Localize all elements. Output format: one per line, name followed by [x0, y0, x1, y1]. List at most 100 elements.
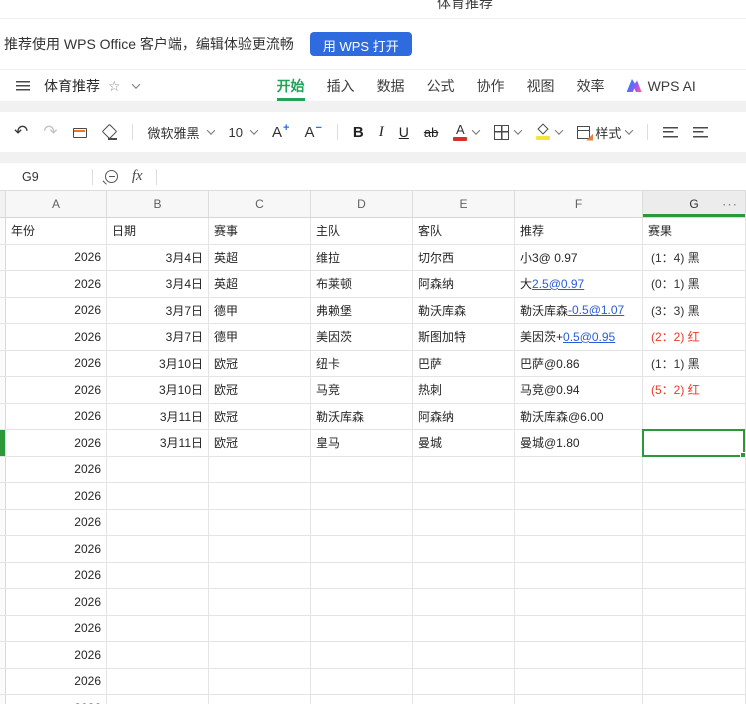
cell-away[interactable] — [413, 695, 515, 704]
align-center-button[interactable] — [693, 126, 709, 138]
cell-tip[interactable]: 小3@ 0.97 — [515, 244, 643, 270]
cell-date[interactable]: 3月10日 — [107, 377, 209, 403]
cell-away[interactable]: 切尔西 — [413, 244, 515, 270]
open-in-wps-button[interactable]: 用 WPS 打开 — [309, 32, 412, 56]
cell-result[interactable]: (0：1) 黑 — [643, 271, 746, 297]
cell-year[interactable]: 2026 — [6, 377, 107, 403]
cell-league[interactable] — [209, 456, 311, 482]
cell-league[interactable]: 欧冠 — [209, 377, 311, 403]
cell-away[interactable] — [413, 668, 515, 694]
cell-year[interactable]: 2026 — [6, 244, 107, 270]
cell-tip[interactable] — [515, 536, 643, 562]
cell-result[interactable] — [643, 589, 746, 615]
cell-year[interactable]: 2026 — [6, 403, 107, 429]
cell-style-button[interactable]: 样式 — [577, 123, 634, 142]
column-header-A[interactable]: A — [6, 191, 107, 217]
cell-league[interactable] — [209, 642, 311, 668]
ribbon-tab-协作[interactable]: 协作 — [477, 70, 505, 101]
column-header-B[interactable]: B — [107, 191, 209, 217]
cell-year[interactable]: 2026 — [6, 456, 107, 482]
cell-date[interactable] — [107, 615, 209, 641]
cell-date[interactable]: 3月7日 — [107, 297, 209, 323]
zoom-search-icon[interactable] — [105, 170, 118, 183]
cell-result[interactable] — [643, 562, 746, 588]
cell-year[interactable]: 2026 — [6, 695, 107, 704]
underline-button[interactable]: U — [399, 124, 409, 140]
cell-date[interactable] — [107, 562, 209, 588]
cell-away[interactable]: 曼城 — [413, 430, 515, 456]
cell-away[interactable] — [413, 589, 515, 615]
cell-date[interactable]: 3月7日 — [107, 324, 209, 350]
cell-date[interactable] — [107, 642, 209, 668]
cell-league[interactable] — [209, 668, 311, 694]
cell-away[interactable]: 阿森纳 — [413, 403, 515, 429]
cell-league[interactable]: 英超 — [209, 244, 311, 270]
cell-year[interactable]: 2026 — [6, 430, 107, 456]
cell-date[interactable]: 3月4日 — [107, 271, 209, 297]
cell-home[interactable]: 布莱顿 — [311, 271, 413, 297]
cell-year[interactable]: 2026 — [6, 589, 107, 615]
cell-result[interactable]: (1：4) 黑 — [643, 244, 746, 270]
insert-function-button[interactable]: fx — [132, 168, 142, 185]
cell-year[interactable]: 2026 — [6, 350, 107, 376]
column-header-E[interactable]: E — [413, 191, 515, 217]
redo-button[interactable]: ↷ — [43, 122, 57, 142]
cell-home[interactable] — [311, 509, 413, 535]
cell-result[interactable] — [643, 430, 746, 456]
cell-result[interactable]: (3：3) 黑 — [643, 297, 746, 323]
cell-year[interactable]: 2026 — [6, 509, 107, 535]
cell-home[interactable] — [311, 695, 413, 704]
cell-tip[interactable]: 美因茨+ 0.5@0.95 — [515, 324, 643, 350]
font-color-button[interactable]: A — [453, 123, 481, 141]
cell-league[interactable]: 德甲 — [209, 324, 311, 350]
align-left-button[interactable] — [663, 126, 679, 138]
title-chevron-down-icon[interactable] — [131, 79, 140, 89]
hamburger-menu-icon[interactable] — [16, 80, 30, 91]
cell-year[interactable]: 2026 — [6, 562, 107, 588]
cell-home[interactable] — [311, 642, 413, 668]
cell-home[interactable]: 马竞 — [311, 377, 413, 403]
cell-date[interactable]: 3月11日 — [107, 403, 209, 429]
ribbon-tab-公式[interactable]: 公式 — [427, 70, 455, 101]
header-cell-league[interactable]: 赛事 — [209, 218, 311, 244]
cell-home[interactable] — [311, 562, 413, 588]
cell-league[interactable] — [209, 509, 311, 535]
column-header-C[interactable]: C — [209, 191, 311, 217]
cell-home[interactable] — [311, 536, 413, 562]
cell-result[interactable] — [643, 509, 746, 535]
header-cell-tip[interactable]: 推荐 — [515, 218, 643, 244]
cell-league[interactable]: 英超 — [209, 271, 311, 297]
cell-away[interactable] — [413, 483, 515, 509]
favorite-star-icon[interactable]: ☆ — [108, 79, 121, 93]
cell-home[interactable]: 勒沃库森 — [311, 403, 413, 429]
cell-result[interactable] — [643, 695, 746, 704]
italic-button[interactable]: I — [379, 124, 384, 141]
cell-home[interactable]: 弗赖堡 — [311, 297, 413, 323]
cell-league[interactable] — [209, 589, 311, 615]
cell-home[interactable] — [311, 483, 413, 509]
header-cell-date[interactable]: 日期 — [107, 218, 209, 244]
ribbon-tab-视图[interactable]: 视图 — [527, 70, 555, 101]
ribbon-tab-插入[interactable]: 插入 — [327, 70, 355, 101]
cell-league[interactable]: 德甲 — [209, 297, 311, 323]
cell-league[interactable]: 欧冠 — [209, 350, 311, 376]
undo-button[interactable]: ↶ — [14, 122, 28, 142]
font-family-select[interactable]: 微软雅黑 — [148, 123, 215, 142]
cell-date[interactable] — [107, 695, 209, 704]
cell-away[interactable] — [413, 536, 515, 562]
cell-year[interactable]: 2026 — [6, 297, 107, 323]
cell-away[interactable]: 斯图加特 — [413, 324, 515, 350]
cell-result[interactable] — [643, 615, 746, 641]
cell-year[interactable]: 2026 — [6, 536, 107, 562]
cell-away[interactable] — [413, 562, 515, 588]
cell-date[interactable] — [107, 509, 209, 535]
cell-result[interactable] — [643, 403, 746, 429]
cell-league[interactable]: 欧冠 — [209, 430, 311, 456]
name-box[interactable]: G9 — [22, 170, 92, 184]
cell-home[interactable] — [311, 668, 413, 694]
cell-tip[interactable] — [515, 589, 643, 615]
column-header-F[interactable]: F — [515, 191, 643, 217]
cell-date[interactable]: 3月4日 — [107, 244, 209, 270]
cell-date[interactable] — [107, 536, 209, 562]
cell-date[interactable]: 3月11日 — [107, 430, 209, 456]
